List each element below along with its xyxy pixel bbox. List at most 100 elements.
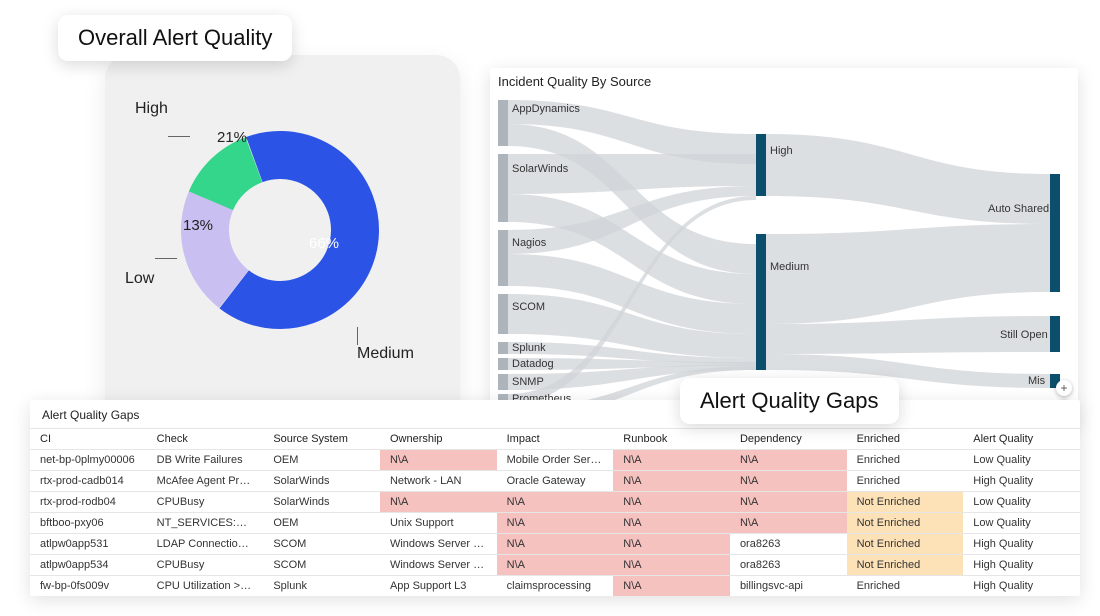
- overall-alert-quality-card: High Low Medium 21% 13% 66%: [105, 55, 460, 425]
- table-row[interactable]: bftboo-pxy06NT_SERVICES:SER…OEMUnix Supp…: [30, 513, 1080, 534]
- table-cell: N\A: [613, 555, 730, 576]
- table-cell: CPU Utilization >= 7…: [147, 576, 264, 597]
- table-cell: N\A: [730, 492, 847, 513]
- table-cell: CPUBusy: [147, 555, 264, 576]
- table-cell: N\A: [497, 534, 614, 555]
- table-cell: OEM: [263, 450, 380, 471]
- svg-text:Datadog: Datadog: [512, 358, 554, 370]
- table-cell: Not Enriched: [847, 555, 964, 576]
- table-cell: SolarWinds: [263, 471, 380, 492]
- table-header[interactable]: Impact: [497, 429, 614, 450]
- svg-text:SolarWinds: SolarWinds: [512, 163, 569, 175]
- table-cell: High Quality: [963, 471, 1080, 492]
- alert-quality-gaps-table: Alert Quality Gaps CICheckSource SystemO…: [30, 400, 1080, 596]
- table-cell: billingsvc-api: [730, 576, 847, 597]
- svg-text:Mis: Mis: [1028, 375, 1046, 387]
- table-cell: N\A: [497, 492, 614, 513]
- table-cell: N\A: [613, 471, 730, 492]
- table-cell: Mobile Order Service: [497, 450, 614, 471]
- table-header[interactable]: Check: [147, 429, 264, 450]
- table-cell: N\A: [730, 513, 847, 534]
- svg-text:Medium: Medium: [770, 261, 809, 273]
- table-row[interactable]: rtx-prod-cadb014McAfee Agent Proce…Solar…: [30, 471, 1080, 492]
- table-cell: N\A: [380, 492, 497, 513]
- table-cell: N\A: [613, 534, 730, 555]
- table-cell: Network - LAN: [380, 471, 497, 492]
- table-cell: SolarWinds: [263, 492, 380, 513]
- svg-text:High: High: [770, 145, 793, 157]
- table-cell: Low Quality: [963, 450, 1080, 471]
- donut-label-high: High: [135, 100, 168, 118]
- table-cell: N\A: [497, 555, 614, 576]
- table-cell: Unix Support: [380, 513, 497, 534]
- table-cell: Low Quality: [963, 492, 1080, 513]
- svg-text:Nagios: Nagios: [512, 237, 547, 249]
- svg-text:Still Open: Still Open: [1000, 329, 1048, 341]
- donut-label-low: Low: [125, 270, 154, 288]
- table-cell: N\A: [730, 471, 847, 492]
- table-row[interactable]: rtx-prod-rodb04CPUBusySolarWindsN\AN\AN\…: [30, 492, 1080, 513]
- svg-text:Splunk: Splunk: [512, 342, 546, 354]
- table-cell: Enriched: [847, 576, 964, 597]
- table-row[interactable]: fw-bp-0fs009vCPU Utilization >= 7…Splunk…: [30, 576, 1080, 597]
- table-cell: Enriched: [847, 471, 964, 492]
- table-cell: High Quality: [963, 534, 1080, 555]
- table-cell: Not Enriched: [847, 513, 964, 534]
- table-cell: atlpw0app534: [30, 555, 147, 576]
- table-header[interactable]: Enriched: [847, 429, 964, 450]
- table-cell: N\A: [613, 576, 730, 597]
- table-cell: Oracle Gateway: [497, 471, 614, 492]
- table-cell: bftboo-pxy06: [30, 513, 147, 534]
- overall-title-tag: Overall Alert Quality: [58, 15, 292, 61]
- sankey-title: Incident Quality By Source: [498, 74, 651, 89]
- table-cell: OEM: [263, 513, 380, 534]
- table-cell: Not Enriched: [847, 534, 964, 555]
- zoom-in-button[interactable]: +: [1056, 380, 1072, 396]
- table-cell: NT_SERVICES:SER…: [147, 513, 264, 534]
- sankey-chart: AppDynamics SolarWinds Nagios SCOM Splun…: [490, 94, 1078, 426]
- svg-text:SCOM: SCOM: [512, 301, 545, 313]
- table-cell: N\A: [613, 513, 730, 534]
- table-header[interactable]: CI: [30, 429, 147, 450]
- table-cell: atlpw0app531: [30, 534, 147, 555]
- table-cell: App Support L3: [380, 576, 497, 597]
- table-cell: Splunk: [263, 576, 380, 597]
- table-header[interactable]: Ownership: [380, 429, 497, 450]
- table-row[interactable]: atlpw0app534CPUBusySCOMWindows Server Su…: [30, 555, 1080, 576]
- table-cell: Windows Server Sup…: [380, 555, 497, 576]
- table-cell: ora8263: [730, 555, 847, 576]
- svg-text:AppDynamics: AppDynamics: [512, 103, 580, 115]
- table-cell: CPUBusy: [147, 492, 264, 513]
- table-header[interactable]: Runbook: [613, 429, 730, 450]
- table-cell: Windows Server Sup…: [380, 534, 497, 555]
- table-header[interactable]: Dependency: [730, 429, 847, 450]
- table-row[interactable]: atlpw0app531LDAP Connection Er…SCOMWindo…: [30, 534, 1080, 555]
- table-cell: SCOM: [263, 534, 380, 555]
- table-cell: Enriched: [847, 450, 964, 471]
- table-cell: ora8263: [730, 534, 847, 555]
- table-cell: N\A: [613, 450, 730, 471]
- table-cell: LDAP Connection Er…: [147, 534, 264, 555]
- svg-text:Auto Shared: Auto Shared: [988, 203, 1049, 215]
- table-cell: SCOM: [263, 555, 380, 576]
- table-cell: rtx-prod-cadb014: [30, 471, 147, 492]
- gaps-title-tag: Alert Quality Gaps: [680, 378, 899, 424]
- table-cell: DB Write Failures: [147, 450, 264, 471]
- table-header[interactable]: Source System: [263, 429, 380, 450]
- donut-pct-low: 13%: [183, 217, 213, 234]
- table-cell: fw-bp-0fs009v: [30, 576, 147, 597]
- donut-label-medium: Medium: [357, 345, 414, 363]
- svg-text:SNMP: SNMP: [512, 376, 544, 388]
- table-cell: net-bp-0plmy00006: [30, 450, 147, 471]
- table-cell: N\A: [380, 450, 497, 471]
- table-cell: N\A: [730, 450, 847, 471]
- table-cell: McAfee Agent Proce…: [147, 471, 264, 492]
- table-header[interactable]: Alert Quality: [963, 429, 1080, 450]
- table-title: Alert Quality Gaps: [30, 400, 1080, 428]
- donut-pct-medium: 66%: [309, 235, 339, 252]
- table-cell: High Quality: [963, 555, 1080, 576]
- sankey-card: Incident Quality By Source: [490, 68, 1078, 426]
- table-row[interactable]: net-bp-0plmy00006DB Write FailuresOEMN\A…: [30, 450, 1080, 471]
- table-cell: High Quality: [963, 576, 1080, 597]
- table-cell: N\A: [613, 492, 730, 513]
